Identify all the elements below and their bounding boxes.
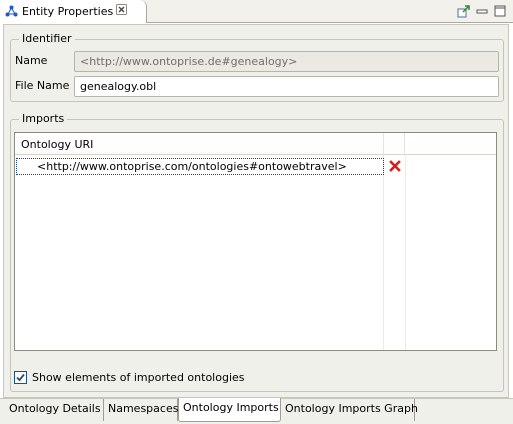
import-uri-cell[interactable]: <http://www.ontoprise.com/ontologies#ont… — [16, 158, 384, 175]
table-header: Ontology URI — [15, 133, 496, 155]
identifier-legend: Identifier — [19, 32, 75, 45]
properties-panel: Identifier Name <http://www.ontoprise.de… — [3, 24, 509, 398]
tab-ontology-details[interactable]: Ontology Details — [5, 399, 104, 421]
column-header-actions — [383, 133, 405, 155]
tab-ontology-imports[interactable]: Ontology Imports — [178, 398, 281, 422]
imports-table[interactable]: Ontology URI <http://www.ontoprise.com/o… — [14, 132, 497, 351]
show-imported-label[interactable]: Show elements of imported ontologies — [32, 371, 245, 384]
close-icon[interactable] — [116, 4, 127, 15]
view-actions — [457, 3, 507, 19]
view-tab-bar: Entity Properties — [0, 0, 513, 23]
view-title: Entity Properties — [22, 5, 114, 18]
name-field: <http://www.ontoprise.de#genealogy> — [74, 51, 499, 72]
name-label: Name — [15, 54, 48, 67]
column-divider — [405, 155, 406, 350]
minimize-icon[interactable] — [475, 4, 489, 18]
tab-namespaces[interactable]: Namespaces — [104, 399, 178, 421]
bottom-tab-bar: Ontology Details Namespaces Ontology Imp… — [0, 398, 513, 424]
hierarchy-icon — [5, 5, 18, 17]
imports-group: Imports Ontology URI <http://www.ontopri… — [10, 112, 504, 392]
column-header-ontology-uri[interactable]: Ontology URI — [15, 133, 383, 155]
file-name-label: File Name — [15, 79, 70, 92]
pin-icon[interactable] — [457, 4, 471, 18]
file-name-field[interactable]: genealogy.obl — [74, 76, 499, 97]
tab-ontology-imports-graph[interactable]: Ontology Imports Graph — [281, 399, 418, 421]
imports-legend: Imports — [19, 112, 68, 125]
checkmark-icon — [16, 373, 25, 382]
column-divider — [383, 155, 384, 350]
tab-entity-properties[interactable]: Entity Properties — [0, 0, 147, 23]
delete-icon[interactable] — [389, 160, 401, 172]
maximize-icon[interactable] — [493, 4, 507, 18]
identifier-group: Identifier Name <http://www.ontoprise.de… — [10, 32, 504, 102]
show-imported-checkbox[interactable] — [14, 371, 27, 384]
table-row[interactable]: <http://www.ontoprise.com/ontologies#ont… — [16, 158, 404, 175]
